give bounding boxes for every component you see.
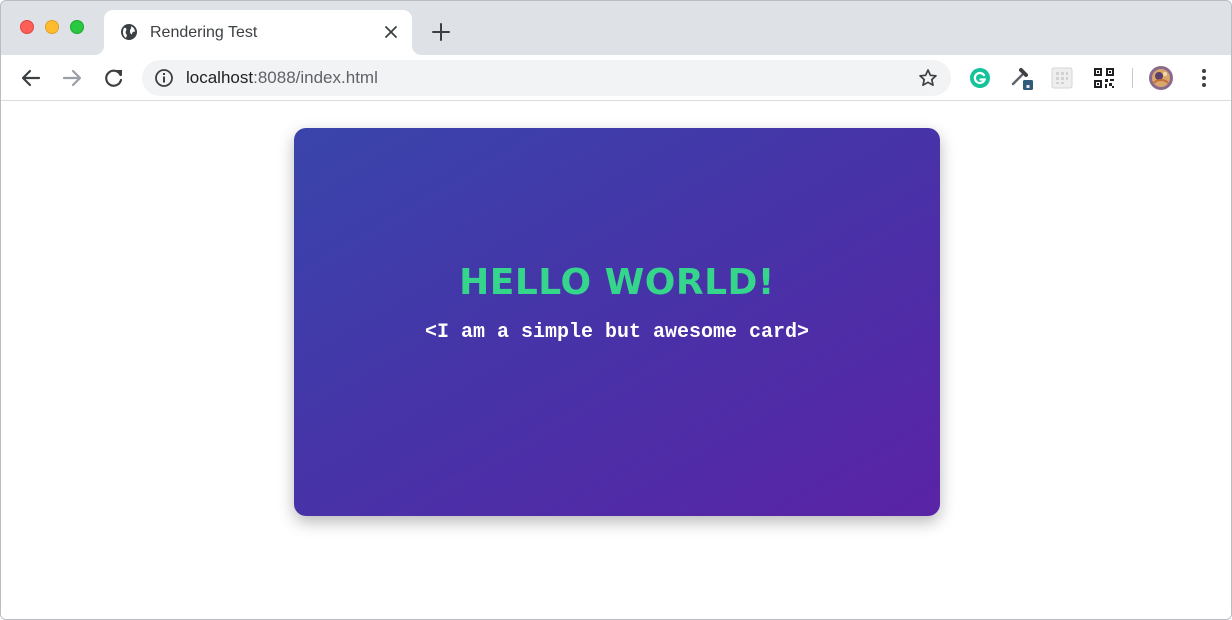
- plus-icon: [432, 23, 450, 41]
- reload-button[interactable]: [99, 63, 129, 93]
- browser-tab-active[interactable]: Rendering Test: [94, 10, 422, 55]
- close-window-button[interactable]: [20, 20, 34, 34]
- back-button[interactable]: [16, 63, 46, 93]
- tab-strip: Rendering Test: [1, 1, 1231, 55]
- address-bar[interactable]: localhost:8088/index.html: [142, 60, 951, 96]
- close-icon[interactable]: [380, 21, 402, 43]
- reload-icon: [105, 69, 123, 87]
- hello-card: HELLO WORLD! <I am a simple but awesome …: [294, 128, 940, 516]
- qr-code-icon[interactable]: [1091, 65, 1117, 91]
- avatar[interactable]: [1148, 65, 1174, 91]
- info-icon[interactable]: [154, 68, 174, 88]
- url-path: :8088/index.html: [253, 68, 378, 87]
- grammarly-icon[interactable]: [967, 65, 993, 91]
- star-icon[interactable]: [916, 66, 940, 90]
- eyedropper-icon[interactable]: [1009, 65, 1035, 91]
- more-vert-icon[interactable]: [1191, 65, 1217, 91]
- url-host: localhost: [186, 68, 254, 87]
- url-text: localhost:8088/index.html: [186, 68, 378, 88]
- toolbar-separator: [1132, 68, 1133, 88]
- card-title: HELLO WORLD!: [459, 262, 775, 303]
- forward-button[interactable]: [57, 63, 87, 93]
- arrow-left-icon: [21, 69, 41, 87]
- minimize-window-button[interactable]: [45, 20, 59, 34]
- maximize-window-button[interactable]: [70, 20, 84, 34]
- new-tab-button[interactable]: [429, 20, 453, 44]
- globe-icon: [120, 23, 138, 41]
- browser-window: Rendering Test localhost:8088/index.html…: [0, 0, 1232, 620]
- page-content: HELLO WORLD! <I am a simple but awesome …: [1, 102, 1231, 619]
- card-subtitle: <I am a simple but awesome card>: [424, 321, 810, 344]
- tab-title: Rendering Test: [150, 24, 258, 41]
- arrow-right-icon: [62, 69, 82, 87]
- browser-toolbar: localhost:8088/index.html: [1, 55, 1231, 101]
- grid-extension-icon[interactable]: [1049, 65, 1075, 91]
